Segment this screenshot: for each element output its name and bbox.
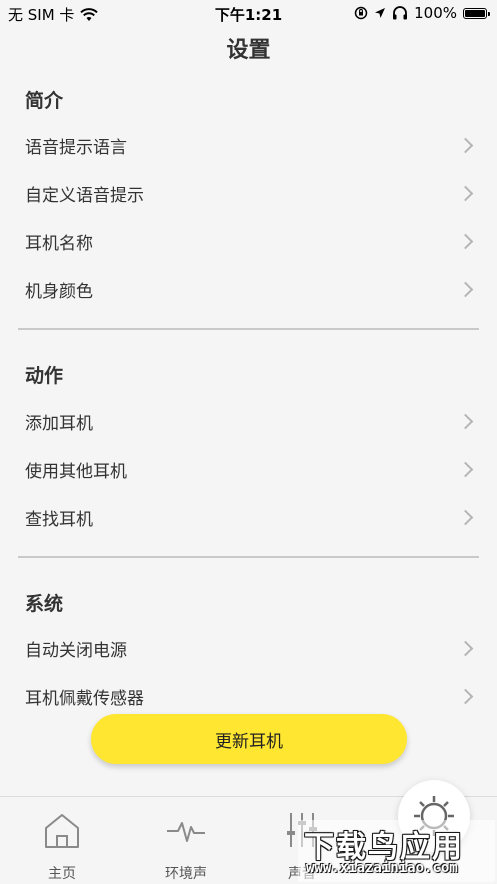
- row-label: 耳机名称: [25, 233, 93, 254]
- row-label: 使用其他耳机: [25, 461, 127, 482]
- battery-fill: [465, 9, 485, 17]
- section-divider: [18, 556, 479, 558]
- location-icon: [375, 8, 386, 18]
- row-label: 语音提示语言: [25, 137, 127, 158]
- section-divider: [18, 328, 479, 330]
- status-bar: 无 SIM 卡 下午1:21 100%: [0, 0, 497, 26]
- settings-row-auto-power-off[interactable]: 自动关闭电源: [0, 624, 497, 672]
- rotation-lock-icon: [354, 6, 368, 20]
- section-title-intro: 简介: [25, 90, 64, 112]
- headphones-icon: [393, 6, 408, 20]
- page-title: 设置: [226, 38, 271, 63]
- watermark: 下载鸟应用 www.xiazainiao.com: [298, 820, 495, 882]
- waveform-icon: [167, 822, 205, 842]
- chevron-right-icon: [457, 509, 474, 525]
- chevron-right-icon: [457, 233, 474, 249]
- battery-percent: 100%: [414, 4, 457, 22]
- row-label: 自定义语音提示: [25, 185, 144, 206]
- settings-row-custom-voice-prompt[interactable]: 自定义语音提示: [0, 169, 497, 217]
- update-headphones-button[interactable]: 更新耳机: [91, 714, 407, 764]
- chevron-right-icon: [457, 185, 474, 201]
- chevron-right-icon: [457, 413, 474, 429]
- settings-row-wear-sensor[interactable]: 耳机佩戴传感器: [0, 672, 497, 720]
- tab-ambient-sound[interactable]: 环境声: [131, 797, 241, 884]
- watermark-url: www.xiazainiao.com: [306, 860, 458, 876]
- row-label: 添加耳机: [25, 413, 93, 434]
- home-icon: [45, 814, 79, 848]
- tab-home[interactable]: 主页: [7, 797, 117, 884]
- row-label: 机身颜色: [25, 281, 93, 302]
- chevron-right-icon: [457, 688, 474, 704]
- tab-label: 主页: [48, 866, 76, 882]
- chevron-right-icon: [457, 281, 474, 297]
- settings-row-body-color[interactable]: 机身颜色: [0, 265, 497, 313]
- chevron-right-icon: [457, 461, 474, 477]
- settings-row-voice-prompt-language[interactable]: 语音提示语言: [0, 121, 497, 169]
- row-label: 自动关闭电源: [25, 640, 127, 661]
- settings-row-use-other-headphones[interactable]: 使用其他耳机: [0, 445, 497, 493]
- section-title-system: 系统: [25, 593, 64, 615]
- row-label: 查找耳机: [25, 509, 93, 530]
- row-label: 耳机佩戴传感器: [25, 688, 144, 709]
- tab-label: 环境声: [165, 866, 207, 882]
- section-title-actions: 动作: [25, 365, 64, 387]
- settings-row-add-headphones[interactable]: 添加耳机: [0, 397, 497, 445]
- battery-icon: [463, 7, 490, 19]
- settings-row-find-headphones[interactable]: 查找耳机: [0, 493, 497, 541]
- chevron-right-icon: [457, 640, 474, 656]
- chevron-right-icon: [457, 137, 474, 153]
- settings-row-headphone-name[interactable]: 耳机名称: [0, 217, 497, 265]
